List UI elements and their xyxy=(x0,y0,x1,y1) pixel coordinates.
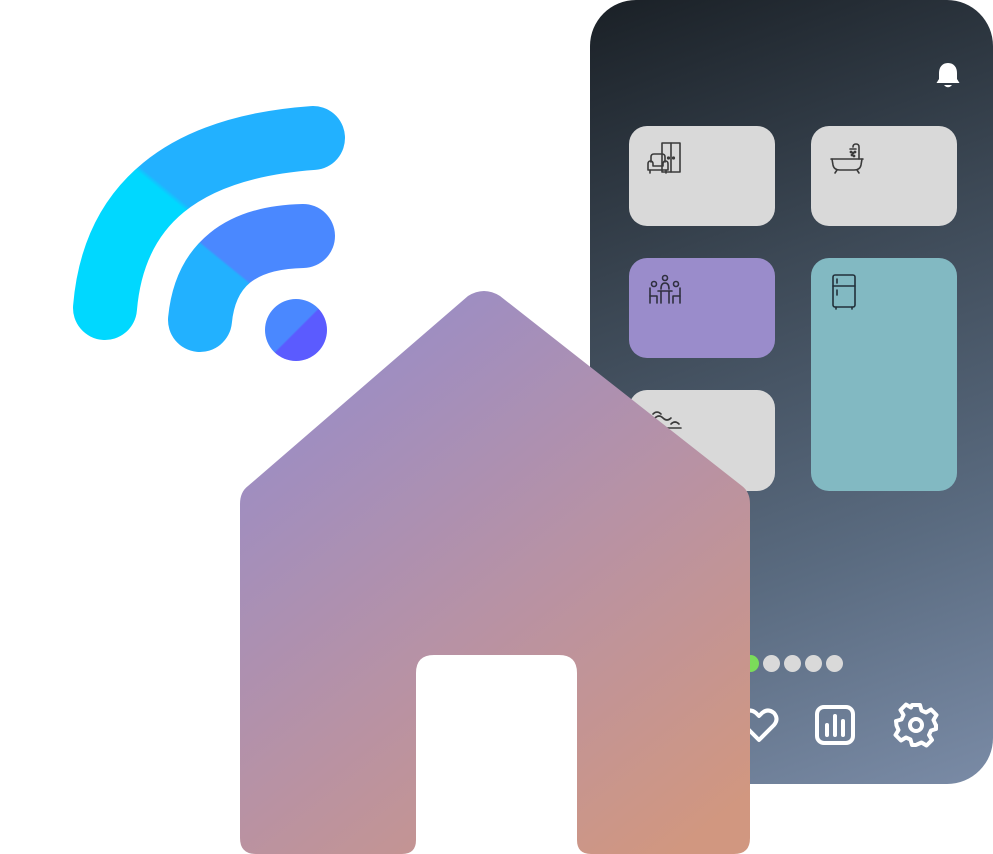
page-dot[interactable] xyxy=(784,655,801,672)
page-indicator xyxy=(742,655,843,673)
bathroom-icon xyxy=(830,143,864,174)
living-room-icon xyxy=(647,142,681,174)
room-tile-living-room[interactable] xyxy=(629,126,775,226)
page-dot[interactable] xyxy=(826,655,843,672)
fridge-icon xyxy=(832,274,856,310)
stats-icon[interactable] xyxy=(812,702,858,748)
page-dot[interactable] xyxy=(763,655,780,672)
room-tile-bathroom[interactable] xyxy=(811,126,957,226)
page-dot[interactable] xyxy=(805,655,822,672)
room-tile-kitchen-fridge[interactable] xyxy=(811,258,957,491)
settings-icon[interactable] xyxy=(893,702,939,748)
house-icon xyxy=(240,291,750,854)
bell-icon[interactable] xyxy=(934,60,962,90)
